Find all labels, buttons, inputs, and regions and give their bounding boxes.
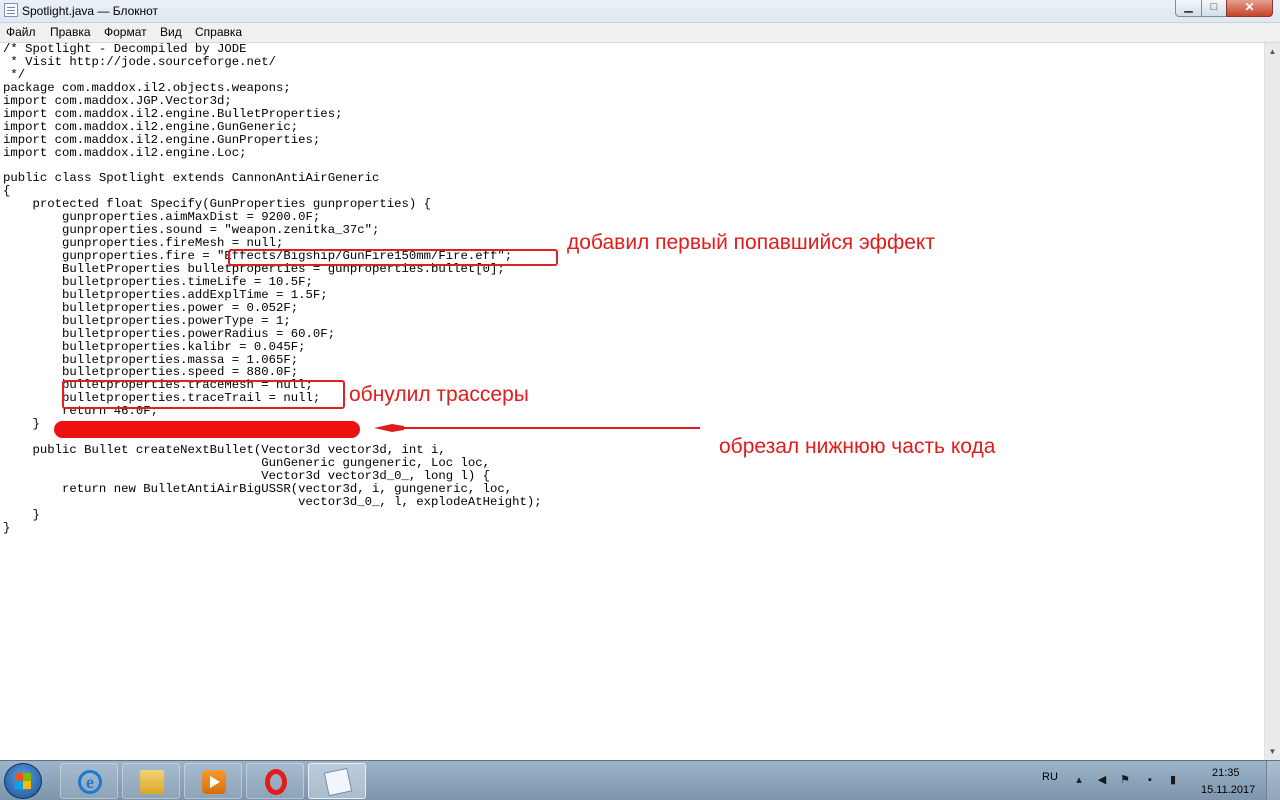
code-line: */ (3, 67, 26, 82)
notepad-icon (4, 3, 18, 17)
network-icon[interactable]: ▪ (1144, 774, 1156, 786)
cut-scribble (54, 421, 360, 438)
menu-edit[interactable]: Правка (50, 25, 91, 39)
code-line: Vector3d vector3d_0_, long l) { (3, 468, 491, 483)
window-title: Spotlight.java — Блокнот (22, 4, 159, 18)
volume-icon[interactable]: ◀ (1096, 774, 1108, 786)
code-line: import com.maddox.il2.engine.Loc; (3, 145, 247, 160)
menu-view[interactable]: Вид (160, 25, 182, 39)
code-line: bulletproperties.powerType = 1; (3, 313, 291, 328)
code-line: bulletproperties.kalibr = 0.045F; (3, 339, 306, 354)
code-line: } (3, 507, 40, 522)
action-center-flag-icon[interactable]: ⚑ (1119, 774, 1131, 786)
opera-icon (265, 769, 287, 795)
menu-format[interactable]: Формат (104, 25, 147, 39)
menu-help[interactable]: Справка (195, 25, 242, 39)
code-line: } (3, 520, 11, 535)
arrow-left-icon (374, 424, 700, 432)
code-line: vector3d_0_, l, explodeAtHeight); (3, 494, 542, 509)
show-hidden-icons-icon[interactable]: ▴ (1073, 774, 1085, 786)
code-line: public class Spotlight extends CannonAnt… (3, 171, 380, 186)
clock-time[interactable]: 21:35 (1212, 767, 1240, 779)
taskbar-explorer[interactable] (122, 763, 180, 799)
start-button[interactable] (4, 763, 42, 799)
code-line: bulletproperties.power = 0.052F; (3, 300, 299, 315)
code-line: * Visit http://jode.sourceforge.net/ (3, 54, 277, 69)
trace-annotation: обнулил трассеры (349, 383, 529, 406)
cut-annotation: обрезал нижнюю часть кода (719, 435, 996, 458)
windows-logo-icon (15, 773, 31, 789)
code-line: package com.maddox.il2.objects.weapons; (3, 80, 291, 95)
folder-icon (140, 770, 164, 794)
media-player-icon (202, 770, 226, 794)
trace-highlight-box (62, 380, 345, 409)
notepad-icon (323, 767, 353, 797)
code-line: bulletproperties.addExplTime = 1.5F; (3, 287, 328, 302)
code-line: import com.maddox.JGP.Vector3d; (3, 93, 232, 108)
menu-file[interactable]: Файл (6, 25, 36, 39)
code-line: /* Spotlight - Decompiled by JODE (3, 43, 247, 56)
fire-highlight-box (228, 249, 558, 266)
internet-explorer-icon: e (78, 770, 102, 794)
fire-annotation: добавил первый попавшийся эффект (567, 231, 935, 254)
minimize-button[interactable]: ▁ (1175, 0, 1202, 17)
code-line: GunGeneric gungeneric, Loc loc, (3, 456, 491, 470)
title-bar: Spotlight.java — Блокнот ▁ □ ✕ (0, 0, 1280, 23)
show-desktop-button[interactable] (1266, 761, 1280, 800)
code-line: bulletproperties.powerRadius = 60.0F; (3, 326, 336, 341)
taskbar-notepad[interactable] (308, 763, 366, 799)
close-button[interactable]: ✕ (1226, 0, 1273, 17)
code-line: return new BulletAntiAirBigUSSR(vector3d… (3, 481, 513, 496)
code-line: bulletproperties.timeLife = 10.5F; (3, 274, 313, 289)
language-indicator[interactable]: RU (1042, 771, 1058, 783)
maximize-button[interactable]: □ (1201, 0, 1227, 17)
code-text[interactable]: /* Spotlight - Decompiled by JODE * Visi… (3, 43, 542, 535)
code-line: import com.maddox.il2.engine.BulletPrope… (3, 106, 343, 121)
code-line: import com.maddox.il2.engine.GunProperti… (3, 132, 321, 147)
taskbar-internet-explorer[interactable]: e (60, 763, 118, 799)
taskbar-opera[interactable] (246, 763, 304, 799)
signal-bars-icon[interactable]: ▮ (1167, 774, 1179, 786)
vertical-scrollbar[interactable]: ▲ ▼ (1264, 43, 1280, 760)
menu-bar: Файл Правка Формат Вид Справка (0, 23, 1280, 43)
taskbar: e RU ▴ ◀ ⚑ ▪ ▮ 21:35 15.11.2017 (0, 760, 1280, 800)
clock-date[interactable]: 15.11.2017 (1201, 784, 1255, 796)
scroll-up-icon[interactable]: ▲ (1265, 43, 1280, 60)
code-line: import com.maddox.il2.engine.GunGeneric; (3, 119, 299, 134)
scroll-down-icon[interactable]: ▼ (1265, 743, 1280, 760)
taskbar-media-player[interactable] (184, 763, 242, 799)
